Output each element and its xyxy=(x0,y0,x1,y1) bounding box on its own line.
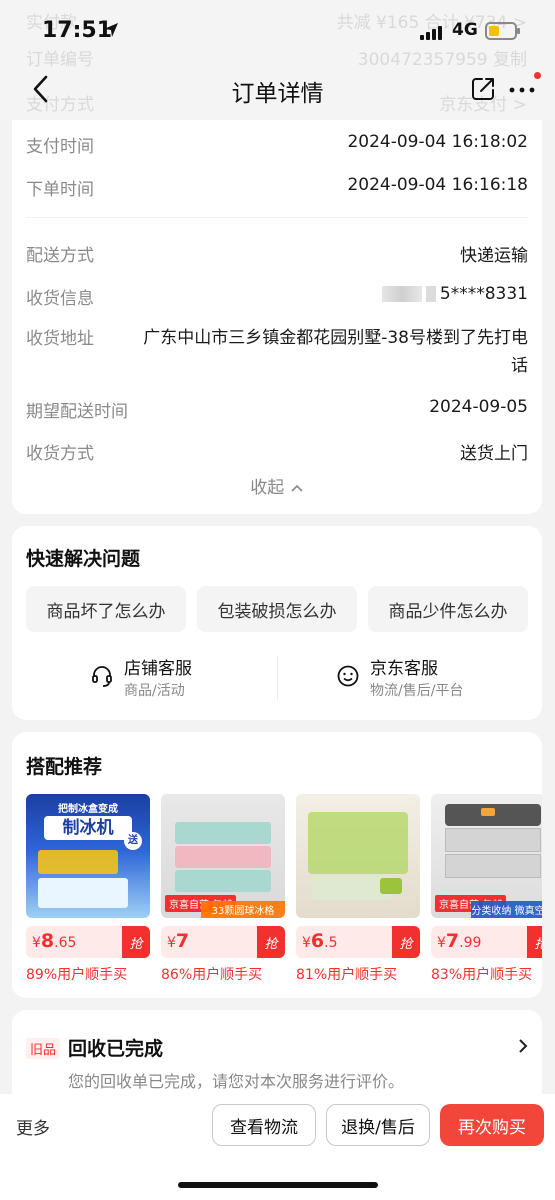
chevron-right-icon xyxy=(518,1038,528,1058)
headset-icon xyxy=(90,664,114,688)
price-tag: ¥7 抢 xyxy=(161,926,285,958)
return-service-button[interactable]: 退换/售后 xyxy=(326,1104,430,1146)
bottom-action-bar: 更多 查看物流 退换/售后 再次购买 xyxy=(0,1094,555,1200)
product-image: 把制冰盒变成 制冰机 送 xyxy=(26,794,150,918)
order-time-value: 2024-09-04 16:16:18 xyxy=(347,175,528,195)
product-caption: 33颗圆球冰格 xyxy=(201,901,285,918)
divider xyxy=(26,217,528,218)
network-type: 4G xyxy=(452,20,478,40)
address-value: 广东中山市三乡镇金都花园别墅-38号楼到了先打电话 xyxy=(143,328,528,376)
price-tag: ¥6.5 抢 xyxy=(296,926,420,958)
rebuy-button[interactable]: 再次购买 xyxy=(440,1104,544,1146)
pay-time-value: 2024-09-04 16:18:02 xyxy=(347,132,528,152)
jd-service-sub: 物流/售后/平台 xyxy=(370,683,464,699)
collapse-label: 收起 xyxy=(250,478,285,498)
battery-icon xyxy=(485,22,520,40)
recycle-desc: 您的回收单已完成，请您对本次服务进行评价。 xyxy=(68,1072,405,1091)
price-integer: 7 xyxy=(175,930,190,952)
top-bar: 实付款 共减 ¥165 合计 ¥734 > 订单编号 300472357959 … xyxy=(0,0,555,120)
product-card[interactable]: ¥6.5 抢 81%用户顺手买 xyxy=(296,794,420,984)
buy-ratio: 86%用户顺手买 xyxy=(161,967,263,983)
quick-help-card: 快速解决问题 商品坏了怎么办 包装破损怎么办 商品少件怎么办 店铺客服 商品/活… xyxy=(12,526,542,720)
price-decimal: .65 xyxy=(54,935,77,951)
recommend-title: 搭配推荐 xyxy=(26,756,103,778)
shop-service-name: 店铺客服 xyxy=(124,659,192,679)
status-time: 17:51 xyxy=(42,18,113,43)
price-tag: ¥8.65 抢 xyxy=(26,926,150,958)
price-integer: 8 xyxy=(40,930,55,952)
collapse-button[interactable]: 收起 xyxy=(12,473,542,498)
price-integer: 7 xyxy=(445,930,460,952)
ghost-value: 300472357959 复制 xyxy=(357,50,527,70)
old-item-tag: 旧品 xyxy=(26,1038,61,1059)
nav-bar: 订单详情 xyxy=(0,68,555,112)
price-integer: 6 xyxy=(310,930,325,952)
product-card[interactable]: 把制冰盒变成 制冰机 送 ¥8.65 抢 89%用户顺手买 xyxy=(26,794,150,984)
gift-badge: 送 xyxy=(124,832,142,850)
price-tag: ¥7.99 抢 xyxy=(431,926,542,958)
notification-dot xyxy=(534,72,541,79)
product-image-title: 制冰机 xyxy=(44,816,132,840)
share-icon[interactable] xyxy=(470,76,496,102)
chevron-up-icon xyxy=(290,478,304,498)
quick-button-package[interactable]: 包装破损怎么办 xyxy=(197,586,357,632)
receive-method-label: 收货方式 xyxy=(26,444,94,464)
masked-digit xyxy=(425,286,436,302)
delivery-method-value: 快递运输 xyxy=(460,246,528,266)
grab-button[interactable]: 抢 xyxy=(257,926,285,958)
more-dots-icon[interactable] xyxy=(507,72,541,102)
product-image: 京喜自营 包邮 分类收纳 微真空密 xyxy=(431,794,542,918)
product-image: 京喜自营 包邮 33颗圆球冰格 xyxy=(161,794,285,918)
expected-time-value: 2024-09-05 xyxy=(429,397,528,417)
expected-time-label: 期望配送时间 xyxy=(26,402,128,422)
signal-icon xyxy=(420,24,442,40)
pay-time-label: 支付时间 xyxy=(26,137,94,157)
quick-help-title: 快速解决问题 xyxy=(26,548,141,570)
quick-button-missing[interactable]: 商品少件怎么办 xyxy=(368,586,528,632)
jd-service[interactable]: 京东客服 物流/售后/平台 xyxy=(336,654,516,704)
more-button[interactable]: 更多 xyxy=(16,1114,50,1139)
grab-button[interactable]: 抢 xyxy=(527,926,542,958)
jd-service-name: 京东客服 xyxy=(370,659,438,679)
ghost-label: 订单编号 xyxy=(26,50,94,70)
product-image xyxy=(296,794,420,918)
recommend-card: 搭配推荐 把制冰盒变成 制冰机 送 ¥8.65 抢 89%用户顺手买 京喜自营 … xyxy=(12,732,542,998)
divider xyxy=(277,656,278,700)
shop-service-sub: 商品/活动 xyxy=(124,683,185,699)
smile-icon xyxy=(336,664,360,688)
grab-button[interactable]: 抢 xyxy=(392,926,420,958)
recycle-title: 回收已完成 xyxy=(68,1038,164,1060)
location-arrow-icon xyxy=(103,22,119,43)
price-decimal: .99 xyxy=(459,935,482,951)
home-indicator xyxy=(178,1182,378,1188)
receiver-label: 收货信息 xyxy=(26,289,94,309)
product-caption: 分类收纳 微真空密 xyxy=(471,901,542,918)
receive-method-value: 送货上门 xyxy=(460,444,528,464)
address-label: 收货地址 xyxy=(26,329,94,349)
product-image-text: 把制冰盒变成 xyxy=(58,804,118,815)
product-card[interactable]: 京喜自营 包邮 分类收纳 微真空密 ¥7.99 抢 83%用户顺手买 xyxy=(431,794,542,984)
price-decimal: .5 xyxy=(324,935,338,951)
status-bar: 17:51 4G xyxy=(0,18,555,48)
buy-ratio: 83%用户顺手买 xyxy=(431,967,533,983)
delivery-method-label: 配送方式 xyxy=(26,246,94,266)
masked-name xyxy=(381,286,422,302)
grab-button[interactable]: 抢 xyxy=(122,926,150,958)
order-info-card: 支付时间 2024-09-04 16:18:02 下单时间 2024-09-04… xyxy=(12,100,542,514)
view-logistics-button[interactable]: 查看物流 xyxy=(212,1104,316,1146)
product-card[interactable]: 京喜自营 包邮 33颗圆球冰格 ¥7 抢 86%用户顺手买 xyxy=(161,794,285,984)
order-time-label: 下单时间 xyxy=(26,180,94,200)
buy-ratio: 81%用户顺手买 xyxy=(296,967,398,983)
shop-service[interactable]: 店铺客服 商品/活动 xyxy=(90,654,250,704)
quick-button-broken[interactable]: 商品坏了怎么办 xyxy=(26,586,186,632)
buy-ratio: 89%用户顺手买 xyxy=(26,967,128,983)
receiver-phone: 5****8331 xyxy=(439,284,528,304)
